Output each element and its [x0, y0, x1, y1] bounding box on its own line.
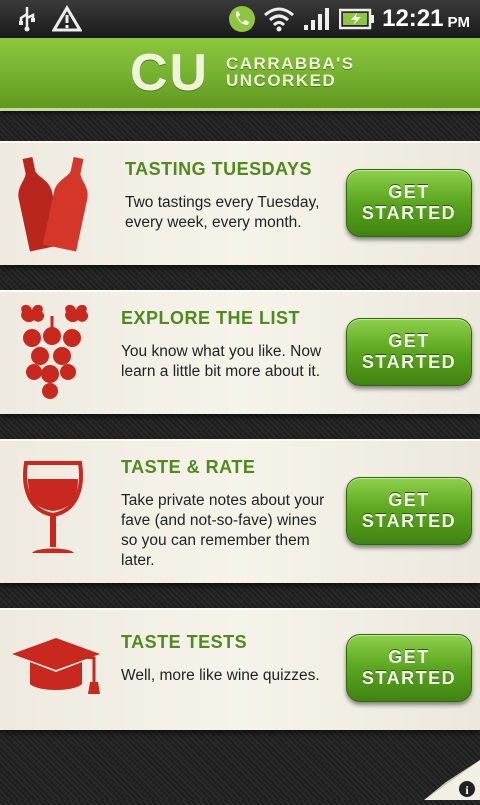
button-label-line1: GET [388, 647, 430, 667]
get-started-button[interactable]: GET STARTED [346, 169, 472, 237]
get-started-button[interactable]: GET STARTED [346, 634, 472, 702]
card-title: TASTE TESTS [121, 632, 248, 652]
wine-bottles-icon [12, 153, 96, 258]
card-explore-the-list: EXPLORE THE LIST You know what you like.… [0, 290, 480, 414]
wine-glass-icon [18, 459, 88, 564]
app-header: CU CARRABBA'S UNCORKED [0, 38, 480, 111]
wifi-icon [262, 0, 296, 38]
clock-ampm: PM [447, 14, 471, 31]
button-label-line1: GET [388, 331, 430, 351]
button-label-line2: STARTED [361, 203, 457, 223]
signal-icon [302, 0, 332, 38]
card-tasting-tuesdays: TASTING TUESDAYS Two tastings every Tues… [0, 141, 480, 265]
battery-icon [338, 0, 376, 38]
logo-line-2: UNCORKED [226, 71, 337, 90]
card-taste-tests: TASTE TESTS Well, more like wine quizzes… [0, 608, 480, 730]
card-description: Well, more like wine quizzes. [121, 667, 320, 684]
get-started-button[interactable]: GET STARTED [346, 318, 472, 386]
button-label-line2: STARTED [361, 352, 457, 372]
button-label-line2: STARTED [361, 668, 457, 688]
button-label-line2: STARTED [361, 511, 457, 531]
grapes-icon [12, 302, 96, 407]
card-title: EXPLORE THE LIST [121, 308, 301, 328]
button-label-line1: GET [388, 490, 430, 510]
status-bar: 12:21 PM [0, 0, 480, 38]
button-label-line1: GET [388, 182, 430, 202]
clock-time: 12:21 [382, 5, 444, 32]
logo-text: CARRABBA'S UNCORKED [226, 55, 356, 89]
get-started-button[interactable]: GET STARTED [346, 477, 472, 545]
card-description: Take private notes about your fave (and … [121, 492, 325, 569]
logo-line-1: CARRABBA'S [226, 54, 355, 73]
card-description: Two tastings every Tuesday, every week, … [125, 194, 320, 231]
graduation-cap-icon [8, 632, 104, 707]
warning-icon [50, 0, 84, 38]
info-page-curl[interactable]: i [416, 760, 480, 800]
card-title: TASTING TUESDAYS [125, 159, 313, 179]
usb-icon [14, 0, 40, 38]
clock: 12:21 PM [382, 0, 470, 38]
phone-icon [226, 0, 258, 38]
card-description: You know what you like. Now learn a litt… [121, 343, 322, 380]
card-title: TASTE & RATE [121, 457, 256, 477]
logo-mark: CU [130, 44, 210, 102]
card-taste-and-rate: TASTE & RATE Take private notes about yo… [0, 439, 480, 583]
